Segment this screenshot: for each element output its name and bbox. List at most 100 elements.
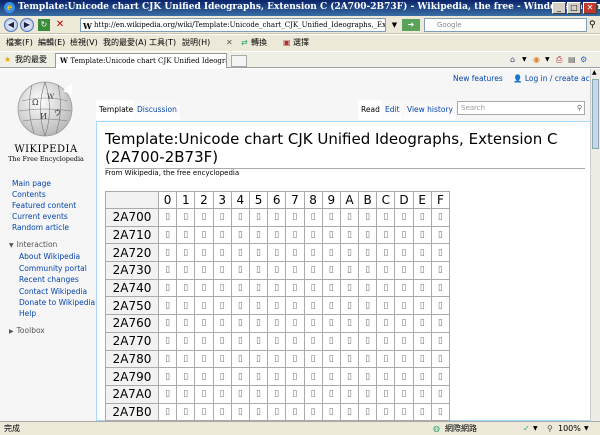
glyph-cell[interactable]: ▯ (176, 278, 196, 298)
glyph-cell[interactable]: ▯ (267, 278, 287, 298)
glyph-cell[interactable]: ▯ (194, 314, 214, 333)
glyph-cell[interactable]: ▯ (394, 296, 414, 316)
glyph-cell[interactable]: ▯ (339, 331, 360, 351)
glyph-cell[interactable]: ▯ (321, 261, 341, 280)
glyph-cell[interactable]: ▯ (358, 384, 378, 404)
glyph-cell[interactable]: ▯ (230, 296, 250, 316)
sidebar-item-main-page[interactable]: Main page (12, 179, 51, 188)
glyph-cell[interactable]: ▯ (303, 261, 323, 280)
home-dropdown-icon[interactable]: ▼ (522, 52, 527, 68)
glyph-cell[interactable]: ▯ (230, 314, 250, 333)
glyph-cell[interactable]: ▯ (339, 402, 360, 421)
glyph-cell[interactable]: ▯ (267, 208, 287, 227)
glyph-cell[interactable]: ▯ (394, 384, 414, 404)
go-icon[interactable]: ➜ (402, 19, 420, 31)
glyph-cell[interactable]: ▯ (248, 349, 269, 369)
tools-icon[interactable]: ⚙ (580, 52, 587, 68)
sidebar-item-community-portal[interactable]: Community portal (19, 264, 87, 273)
glyph-cell[interactable]: ▯ (376, 208, 396, 227)
glyph-cell[interactable]: ▯ (376, 331, 396, 351)
wiki-search-input[interactable]: Search ⚲ (457, 101, 585, 115)
glyph-cell[interactable]: ▯ (230, 225, 250, 245)
glyph-cell[interactable]: ▯ (248, 331, 269, 351)
glyph-cell[interactable]: ▯ (285, 296, 305, 316)
glyph-cell[interactable]: ▯ (176, 384, 196, 404)
glyph-cell[interactable]: ▯ (230, 384, 250, 404)
glyph-cell[interactable]: ▯ (412, 208, 432, 227)
glyph-cell[interactable]: ▯ (303, 402, 323, 421)
glyph-cell[interactable]: ▯ (376, 296, 396, 316)
glyph-cell[interactable]: ▯ (339, 349, 360, 369)
glyph-cell[interactable]: ▯ (194, 243, 214, 263)
glyph-cell[interactable]: ▯ (248, 367, 269, 386)
glyph-cell[interactable]: ▯ (157, 367, 178, 386)
glyph-cell[interactable]: ▯ (339, 296, 360, 316)
zoom-dropdown-icon[interactable]: ▼ (584, 422, 589, 435)
glyph-cell[interactable]: ▯ (412, 402, 432, 421)
tab-template[interactable]: Template (96, 100, 137, 120)
glyph-cell[interactable]: ▯ (412, 331, 432, 351)
glyph-cell[interactable]: ▯ (339, 367, 360, 386)
glyph-cell[interactable]: ▯ (285, 243, 305, 263)
glyph-cell[interactable]: ▯ (212, 225, 232, 245)
wikipedia-wordmark[interactable]: WIKIPEDIA (6, 144, 86, 155)
glyph-cell[interactable]: ▯ (157, 349, 178, 369)
glyph-cell[interactable]: ▯ (194, 278, 214, 298)
glyph-cell[interactable]: ▯ (321, 243, 341, 263)
glyph-cell[interactable]: ▯ (212, 261, 232, 280)
glyph-cell[interactable]: ▯ (358, 296, 378, 316)
protected-dropdown-icon[interactable]: ▼ (533, 422, 538, 435)
glyph-cell[interactable]: ▯ (303, 296, 323, 316)
glyph-cell[interactable]: ▯ (212, 402, 232, 421)
glyph-cell[interactable]: ▯ (358, 261, 378, 280)
glyph-cell[interactable]: ▯ (321, 296, 341, 316)
glyph-cell[interactable]: ▯ (194, 225, 214, 245)
minimize-button[interactable]: _ (552, 2, 566, 14)
glyph-cell[interactable]: ▯ (394, 208, 414, 227)
glyph-cell[interactable]: ▯ (394, 331, 414, 351)
glyph-cell[interactable]: ▯ (194, 402, 214, 421)
glyph-cell[interactable]: ▯ (376, 349, 396, 369)
glyph-cell[interactable]: ▯ (157, 331, 178, 351)
glyph-cell[interactable]: ▯ (267, 261, 287, 280)
glyph-cell[interactable]: ▯ (394, 243, 414, 263)
glyph-cell[interactable]: ▯ (321, 384, 341, 404)
glyph-cell[interactable]: ▯ (230, 349, 250, 369)
glyph-cell[interactable]: ▯ (376, 261, 396, 280)
glyph-cell[interactable]: ▯ (394, 278, 414, 298)
glyph-cell[interactable]: ▯ (358, 208, 378, 227)
glyph-cell[interactable]: ▯ (285, 208, 305, 227)
toolbar-close-icon[interactable]: ✕ (226, 35, 233, 51)
tab-discussion[interactable]: Discussion (134, 100, 180, 120)
glyph-cell[interactable]: ▯ (412, 314, 432, 333)
glyph-cell[interactable]: ▯ (376, 402, 396, 421)
sidebar-heading-interaction[interactable]: ▼ Interaction (9, 240, 57, 249)
sidebar-heading-toolbox[interactable]: ▶ Toolbox (9, 326, 45, 335)
glyph-cell[interactable]: ▯ (157, 261, 178, 280)
glyph-cell[interactable]: ▯ (212, 367, 232, 386)
glyph-cell[interactable]: ▯ (321, 331, 341, 351)
glyph-cell[interactable]: ▯ (321, 349, 341, 369)
forward-icon[interactable]: ▶ (20, 18, 34, 32)
glyph-cell[interactable]: ▯ (303, 384, 323, 404)
glyph-cell[interactable]: ▯ (339, 384, 360, 404)
close-window-button[interactable]: ✕ (583, 2, 597, 14)
glyph-cell[interactable]: ▯ (430, 384, 451, 404)
glyph-cell[interactable]: ▯ (430, 331, 451, 351)
glyph-cell[interactable]: ▯ (376, 314, 396, 333)
tab-view-history[interactable]: View history (404, 100, 456, 120)
new-tab-button[interactable] (231, 55, 247, 67)
glyph-cell[interactable]: ▯ (394, 367, 414, 386)
glyph-cell[interactable]: ▯ (230, 243, 250, 263)
glyph-cell[interactable]: ▯ (176, 349, 196, 369)
glyph-cell[interactable]: ▯ (376, 278, 396, 298)
glyph-cell[interactable]: ▯ (267, 296, 287, 316)
menu-tools[interactable]: 工具(T) (149, 35, 176, 51)
page-icon[interactable]: ▤ (568, 52, 576, 68)
glyph-cell[interactable]: ▯ (157, 243, 178, 263)
glyph-cell[interactable]: ▯ (376, 243, 396, 263)
glyph-cell[interactable]: ▯ (285, 367, 305, 386)
glyph-cell[interactable]: ▯ (339, 225, 360, 245)
vertical-scrollbar[interactable]: ▲ (590, 69, 600, 421)
glyph-cell[interactable]: ▯ (176, 367, 196, 386)
